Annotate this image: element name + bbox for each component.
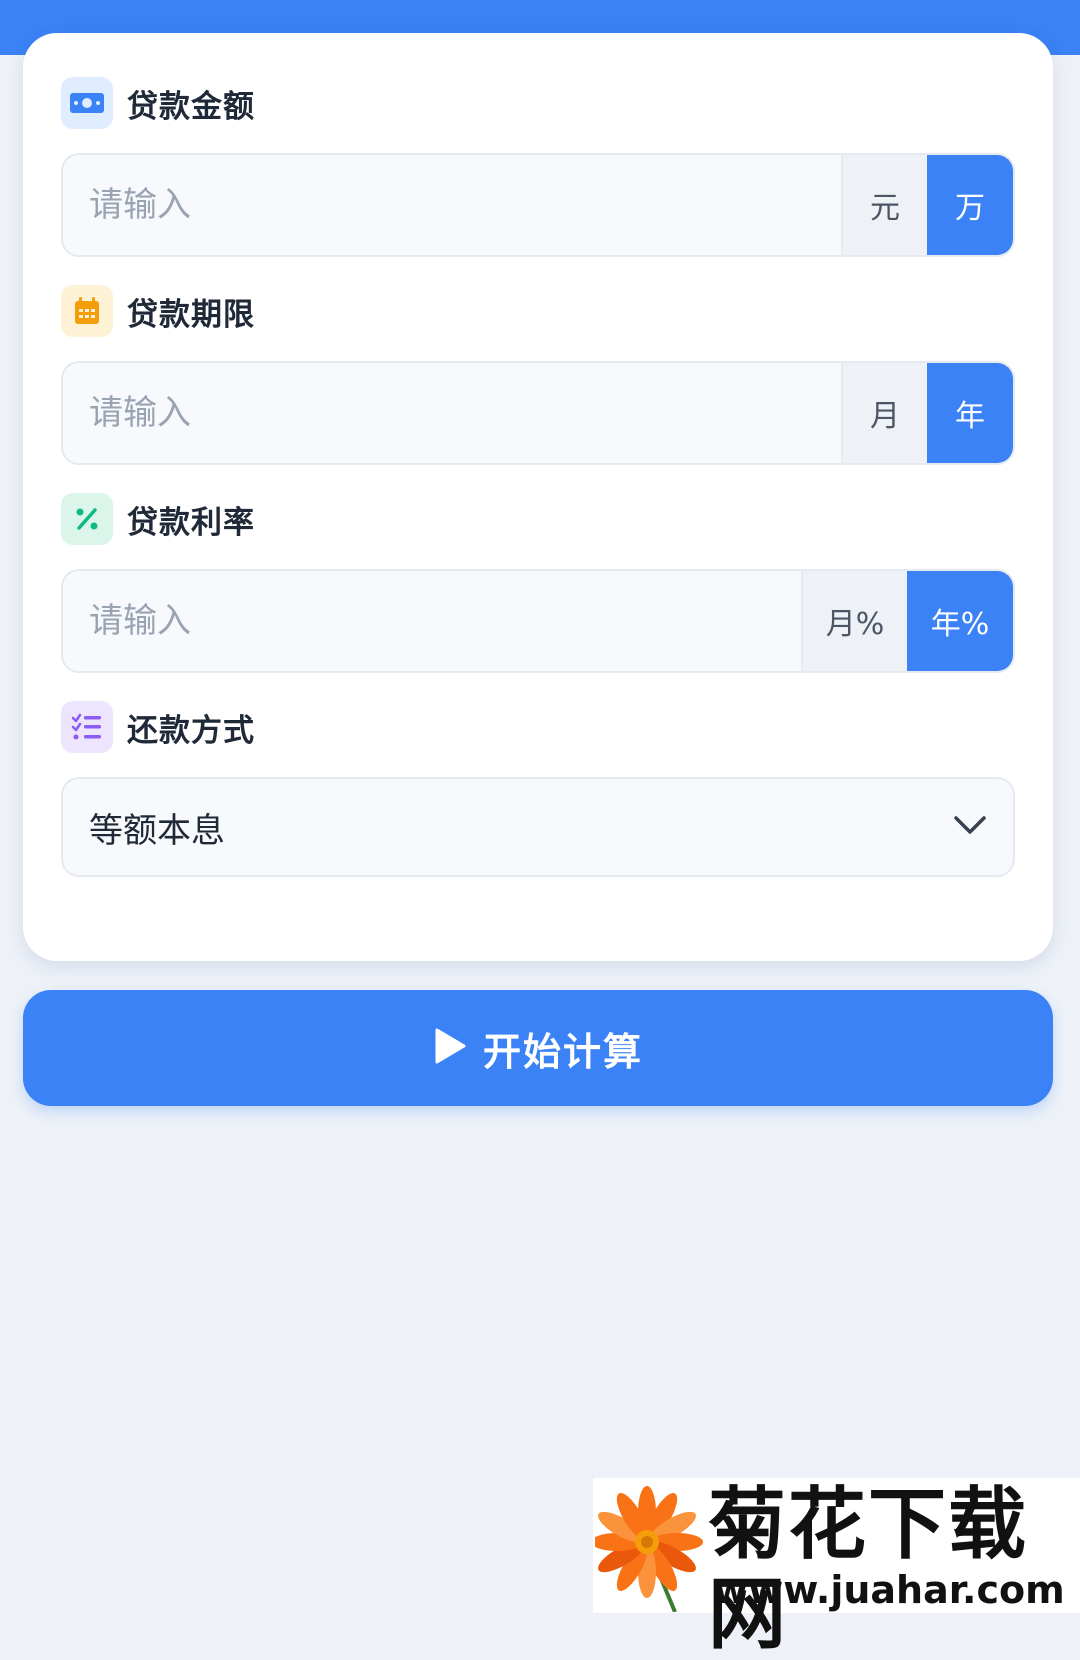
loan-amount-label-row: 贷款金额 xyxy=(61,75,1015,131)
unit-wan-toggle[interactable]: 万 xyxy=(927,155,1013,255)
loan-term-label: 贷款期限 xyxy=(127,296,255,333)
watermark: 菊花下载网 www.juahar.com xyxy=(591,1478,1080,1660)
watermark-url: www.juahar.com xyxy=(713,1568,1065,1612)
repayment-label-row: 还款方式 xyxy=(61,699,1015,755)
unit-year-toggle[interactable]: 年 xyxy=(927,363,1013,463)
calculate-button[interactable]: 开始计算 xyxy=(23,990,1053,1106)
loan-rate-label-row: 贷款利率 xyxy=(61,491,1015,547)
unit-yuan-toggle[interactable]: 元 xyxy=(841,155,927,255)
loan-amount-input[interactable] xyxy=(63,155,841,255)
loan-amount-section: 贷款金额 元 万 xyxy=(61,75,1015,257)
chevron-down-icon xyxy=(953,814,987,840)
loan-term-input[interactable] xyxy=(63,363,841,463)
flower-logo xyxy=(591,1484,705,1616)
play-icon xyxy=(433,1026,467,1070)
loan-amount-input-group: 元 万 xyxy=(61,153,1015,257)
repayment-section: 还款方式 等额本息 xyxy=(61,699,1015,877)
percent-icon xyxy=(61,493,113,545)
unit-monthly-percent-toggle[interactable]: 月% xyxy=(801,571,907,671)
repayment-selected-value: 等额本息 xyxy=(89,810,225,851)
calculate-button-label: 开始计算 xyxy=(482,1029,643,1074)
loan-rate-input[interactable] xyxy=(63,571,801,671)
unit-month-toggle[interactable]: 月 xyxy=(841,363,927,463)
money-icon xyxy=(61,77,113,129)
unit-yearly-percent-toggle[interactable]: 年% xyxy=(907,571,1013,671)
loan-rate-label: 贷款利率 xyxy=(127,504,255,541)
repayment-label: 还款方式 xyxy=(127,712,255,749)
loan-term-section: 贷款期限 月 年 xyxy=(61,283,1015,465)
loan-form-card: 贷款金额 元 万 贷款期限 xyxy=(23,33,1053,961)
calendar-icon xyxy=(61,285,113,337)
loan-term-input-group: 月 年 xyxy=(61,361,1015,465)
loan-rate-input-group: 月% 年% xyxy=(61,569,1015,673)
loan-term-label-row: 贷款期限 xyxy=(61,283,1015,339)
repayment-method-select[interactable]: 等额本息 xyxy=(61,777,1015,877)
loan-rate-section: 贷款利率 月% 年% xyxy=(61,491,1015,673)
loan-amount-label: 贷款金额 xyxy=(127,88,255,125)
list-check-icon xyxy=(61,701,113,753)
